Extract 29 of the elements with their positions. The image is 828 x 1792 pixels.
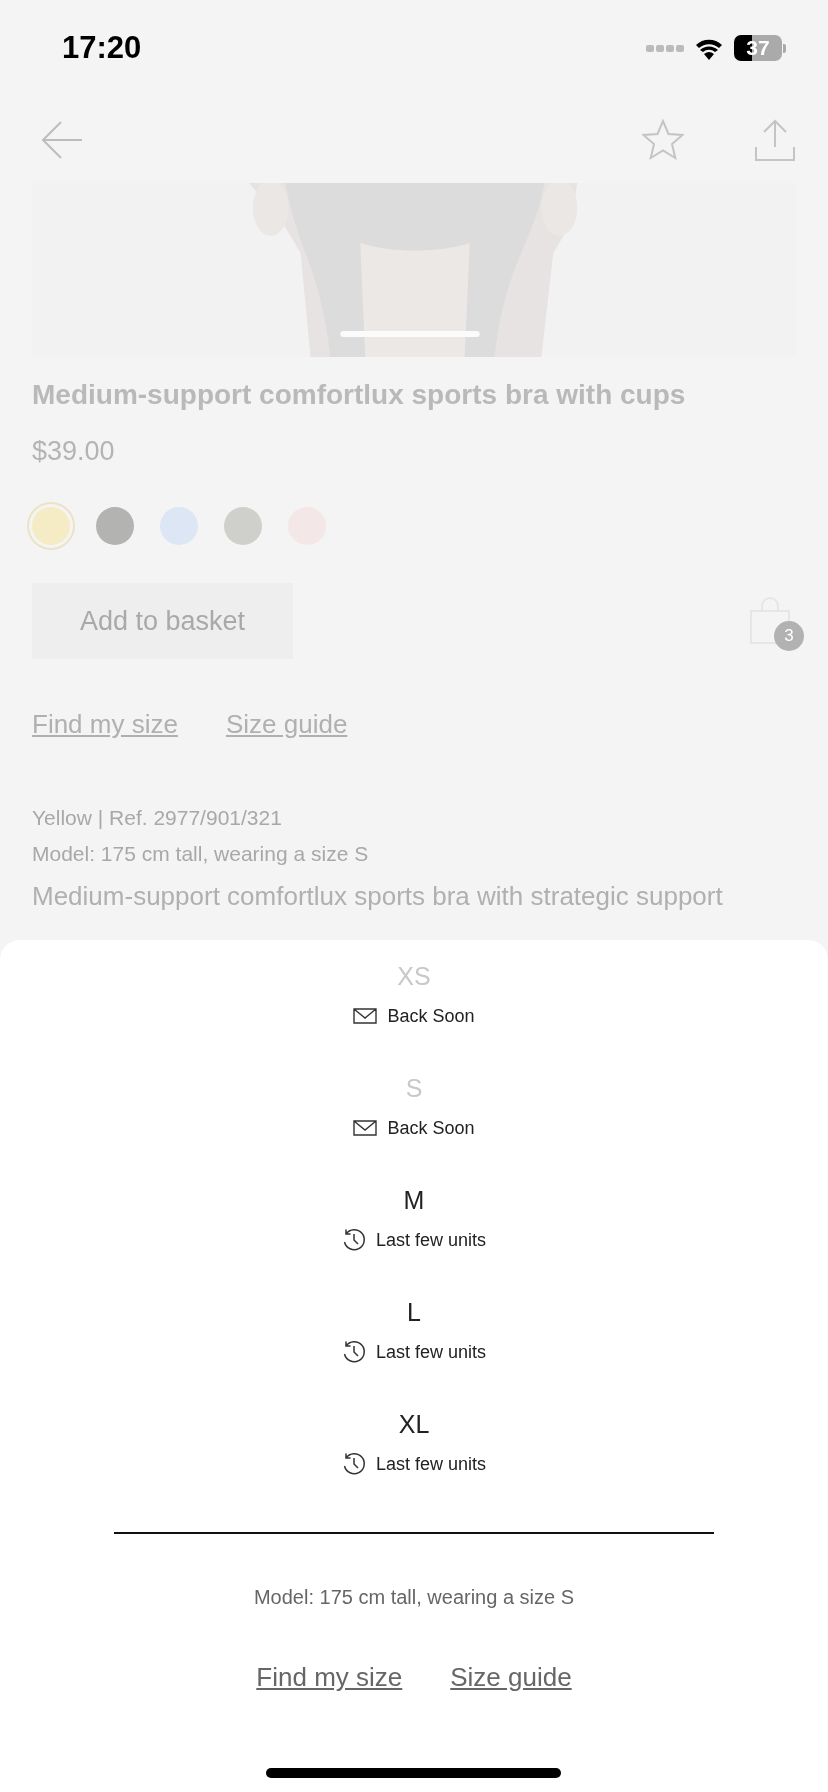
size-option[interactable]: L — [407, 1292, 421, 1332]
find-my-size-link[interactable]: Find my size — [256, 1660, 403, 1694]
size-option[interactable]: M — [403, 1180, 425, 1220]
basket-count-badge: 3 — [774, 621, 804, 651]
model-info-text: Model: 175 cm tall, wearing a size S — [252, 1585, 576, 1610]
color-swatch[interactable] — [96, 507, 134, 545]
color-swatch[interactable] — [224, 507, 262, 545]
reference-text: Yellow | Ref. 2977/901/321 — [32, 805, 283, 831]
signal-icon — [646, 43, 684, 53]
envelope-icon — [353, 1008, 378, 1024]
history-clock-icon — [341, 1228, 366, 1252]
product-description: Medium-support comfortlux sports bra with strategic support — [32, 880, 724, 913]
product-title: Medium-support comfortlux sports bra with cups — [32, 378, 687, 412]
envelope-icon — [353, 1120, 378, 1136]
star-icon[interactable] — [642, 118, 684, 161]
size-guide-link[interactable]: Size guide — [450, 1660, 572, 1694]
stock-status-text: Back Soon — [387, 1117, 475, 1140]
history-clock-icon — [341, 1452, 366, 1476]
status-time: 17:20 — [62, 30, 142, 66]
stock-status-text: Last few units — [375, 1453, 487, 1476]
history-clock-icon — [341, 1340, 366, 1364]
share-icon[interactable] — [754, 118, 796, 161]
back-arrow-icon[interactable] — [40, 119, 84, 160]
stock-status-text: Last few units — [375, 1229, 487, 1252]
model-info-text: Model: 175 cm tall, wearing a size S — [32, 841, 370, 867]
product-price: $39.00 — [32, 435, 116, 468]
stock-status-text: Back Soon — [387, 1005, 475, 1028]
stock-status-text: Last few units — [375, 1341, 487, 1364]
size-option[interactable]: XL — [398, 1404, 430, 1444]
